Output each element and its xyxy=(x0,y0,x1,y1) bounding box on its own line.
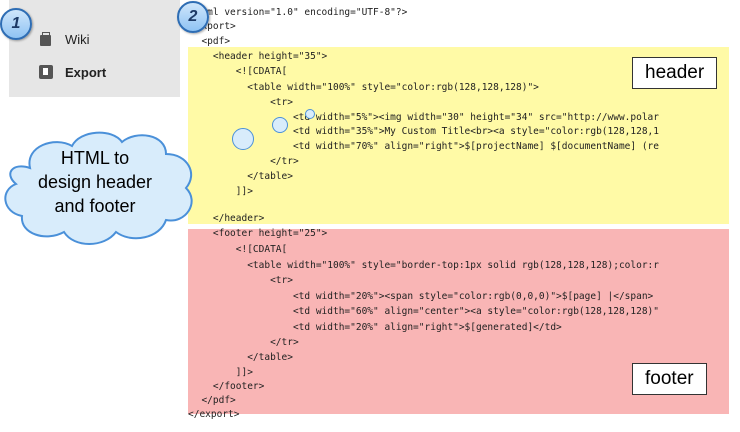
code-line: </export> xyxy=(188,409,240,420)
code-line: <table width="100%" style="border-top:1p… xyxy=(190,260,659,271)
code-line: <header height="35"> xyxy=(190,51,328,62)
code-line: <pdf> xyxy=(190,36,231,47)
callout-line: and footer xyxy=(54,196,136,216)
code-line: </header> xyxy=(190,213,265,224)
code-line: <tr> xyxy=(190,97,293,108)
code-line: </footer> xyxy=(190,381,265,392)
footer-label: footer xyxy=(632,363,707,395)
menu-panel: Wiki Export xyxy=(9,0,180,97)
code-line: <td width="20%" align="right">$[generate… xyxy=(190,322,562,333)
code-line: </pdf> xyxy=(190,395,236,406)
code-line: </table> xyxy=(190,171,293,182)
code-line: <td width="60%" align="center"><a style=… xyxy=(190,306,659,317)
menu-item-export[interactable]: Export xyxy=(39,61,106,83)
code-line: <tr> xyxy=(190,275,293,286)
code-line: <td width="70%" align="right">$[projectN… xyxy=(190,141,659,152)
code-line: <td width="20%"><span style="color:rgb(0… xyxy=(190,291,654,302)
callout-cloud: HTML to design header and footer xyxy=(0,128,200,248)
callout-line: HTML to xyxy=(60,148,130,168)
code-line: <?xml version="1.0" encoding="UTF-8"?> xyxy=(190,7,408,18)
code-line: <td width="35%">My Custom Title<br><a st… xyxy=(190,126,659,137)
code-line: <![CDATA[ xyxy=(190,244,288,255)
step-badge-1: 1 xyxy=(0,8,32,40)
export-icon xyxy=(39,65,53,79)
code-line: <footer height="25"> xyxy=(190,228,328,239)
code-view: header footer <?xml version="1.0" encodi… xyxy=(188,0,740,432)
menu-item-label: Wiki xyxy=(65,31,90,47)
callout-text: HTML to design header and footer xyxy=(0,146,190,218)
thought-bubble xyxy=(272,117,288,133)
code-line: <table width="100%" style="color:rgb(128… xyxy=(190,82,539,93)
menu-item-wiki[interactable]: Wiki xyxy=(39,28,90,50)
code-line: </tr> xyxy=(190,337,299,348)
wiki-page-icon xyxy=(39,32,53,46)
code-line: <![CDATA[ xyxy=(190,66,288,77)
code-line: <td width="5%"><img width="30" height="3… xyxy=(190,112,659,123)
callout-line: design header xyxy=(37,172,153,192)
thought-bubble xyxy=(232,128,254,150)
header-label: header xyxy=(632,57,718,89)
menu-item-label: Export xyxy=(65,64,107,80)
code-line: </table> xyxy=(190,352,293,363)
code-line: </tr> xyxy=(190,156,299,167)
thought-bubble xyxy=(305,109,315,119)
code-line: ]]> xyxy=(190,367,253,378)
step-badge-2: 2 xyxy=(177,1,209,33)
